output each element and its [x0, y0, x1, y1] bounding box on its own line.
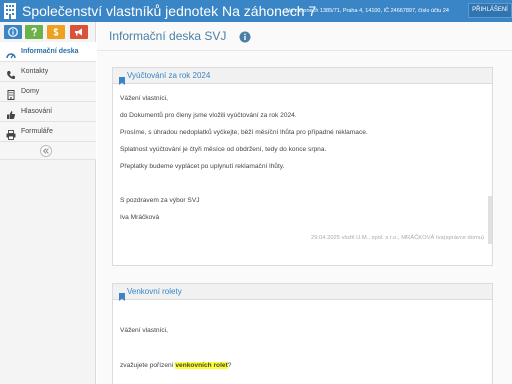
- post-line: S pozdravem za výbor SVJ: [120, 197, 200, 204]
- site-title[interactable]: Společenství vlastníků jednotek Na záhon…: [22, 2, 316, 20]
- sidebar-item-label: Kontakty: [21, 68, 49, 75]
- sidebar-item-label: Informační deska: [21, 48, 79, 55]
- thumbs-up-icon: [6, 107, 16, 119]
- sidebar-item-kontakty[interactable]: Kontakty: [0, 62, 96, 82]
- building-icon: [6, 87, 16, 100]
- sidebar-item-formulare[interactable]: Formuláře: [0, 122, 96, 142]
- bookmark-icon: [119, 288, 125, 301]
- highlighted-text: venkovních rolet: [175, 362, 228, 369]
- main-content: Informační deska SVJ Vyúčtování za rok 2…: [97, 22, 512, 384]
- post-header: Vyúčtování za rok 2024: [113, 68, 492, 85]
- help-shortcut-button[interactable]: [25, 25, 43, 39]
- sidebar-item-label: Formuláře: [21, 128, 53, 135]
- info-icon: [8, 27, 18, 37]
- announcements-shortcut-button[interactable]: [70, 25, 88, 39]
- top-header: Společenství vlastníků jednotek Na záhon…: [0, 0, 512, 22]
- post-line: zvažujete pořízení venkovních rolet?: [120, 361, 231, 370]
- phone-icon: [6, 67, 16, 79]
- info-shortcut-button[interactable]: [4, 25, 22, 39]
- page-title: Informační deska SVJ: [109, 29, 227, 43]
- post-title: Venkovní rolety: [127, 287, 182, 296]
- post-line: Iva Mráčková: [120, 214, 160, 221]
- post-panel: Venkovní rolety Vážení vlastníci, zvažuj…: [112, 283, 493, 384]
- post-line: Vážení vlastníci,: [120, 327, 169, 334]
- post-line: Prosíme, s úhradou nedoplatků vyčkejte, …: [120, 129, 368, 136]
- question-icon: [31, 27, 37, 37]
- printer-icon: [6, 127, 16, 140]
- post-line: Vážení vlastníci,: [120, 95, 169, 102]
- post-text: zvažujete pořízení: [120, 362, 176, 369]
- bookmark-icon: [119, 72, 125, 85]
- payments-shortcut-button[interactable]: [47, 25, 65, 39]
- post-line: Přeplatky budeme vyplácet po uplynutí re…: [120, 163, 285, 170]
- page-header: Informační deska SVJ: [97, 22, 512, 51]
- building-logo-icon: [2, 2, 18, 20]
- post-panel: Vyúčtování za rok 2024 Vážení vlastníci,…: [112, 67, 493, 266]
- shortcut-buttons: [0, 22, 96, 42]
- info-icon[interactable]: [239, 30, 251, 43]
- sidebar: Informační deska Kontakty Domy Hlasování…: [0, 22, 96, 384]
- sidebar-item-label: Hlasování: [21, 108, 53, 115]
- post-line: Splatnost vyúčtování je čtyři měsíce od …: [120, 146, 327, 153]
- sidebar-item-label: Domy: [21, 88, 40, 95]
- dollar-icon: [53, 28, 59, 36]
- login-button[interactable]: PŘIHLÁŠENÍ: [468, 3, 512, 18]
- sidebar-collapse-button[interactable]: [40, 145, 52, 157]
- sidebar-collapse-row: [0, 142, 96, 160]
- post-header: Venkovní rolety: [113, 284, 492, 301]
- dashboard-icon: [6, 47, 16, 59]
- megaphone-icon: [75, 28, 82, 36]
- post-title: Vyúčtování za rok 2024: [127, 71, 211, 80]
- site-address: Na záhonech 1385/71, Praha 4, 14100, IČ …: [286, 8, 449, 14]
- post-line: do Dokumentů pro členy jsme vložili vyúč…: [120, 112, 297, 119]
- sidebar-item-domy[interactable]: Domy: [0, 82, 96, 102]
- double-chevron-left-icon: [42, 148, 49, 154]
- post-text: ?: [227, 362, 232, 369]
- post-signature: 29.04.2025 vložil U.M., spol. s r.o., MR…: [310, 235, 484, 241]
- sidebar-nav: Informační deska Kontakty Domy Hlasování…: [0, 42, 96, 160]
- sidebar-item-informacni-deska[interactable]: Informační deska: [0, 42, 96, 62]
- scrollbar[interactable]: [488, 196, 492, 244]
- sidebar-item-hlasovani[interactable]: Hlasování: [0, 102, 96, 122]
